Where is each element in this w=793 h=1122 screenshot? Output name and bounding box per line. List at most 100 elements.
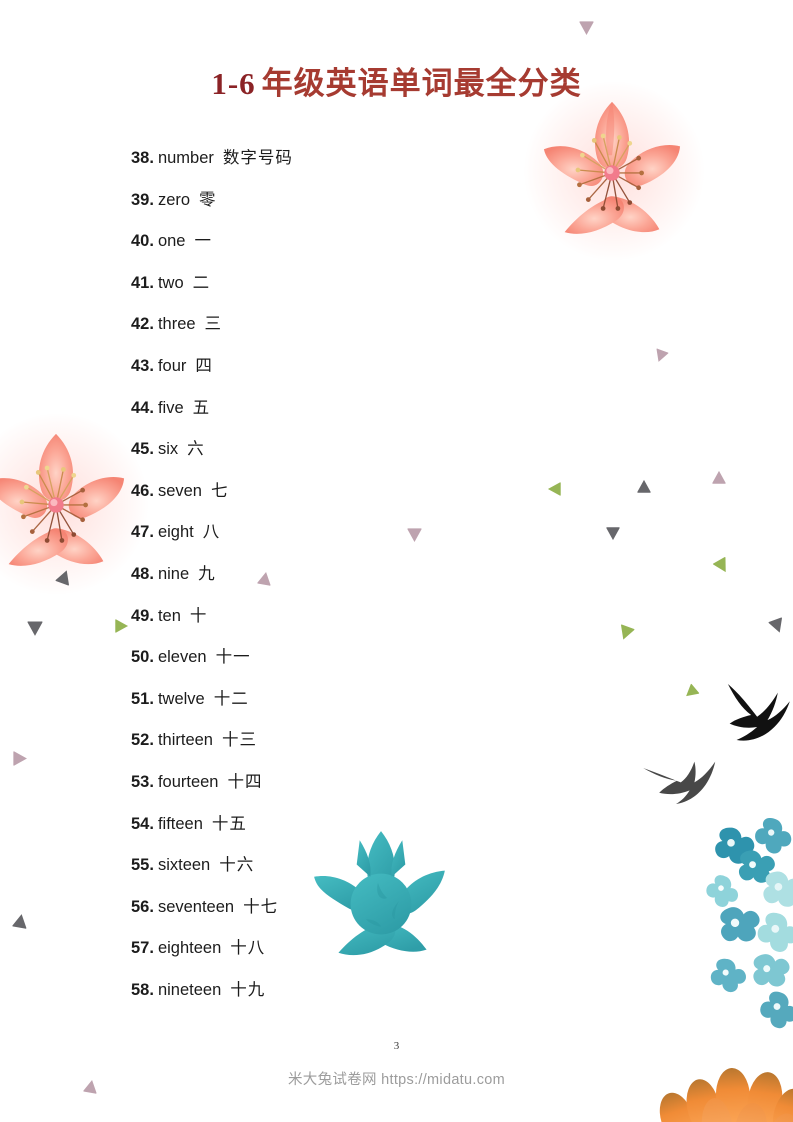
- vocabulary-chinese: 十四: [227, 772, 263, 791]
- vocabulary-index: 53.: [131, 772, 154, 791]
- vocabulary-index: 50.: [131, 648, 154, 667]
- title-grade-range: 1-6: [211, 66, 256, 101]
- vocabulary-list: 38. number 数字号码 39. zero 零 40. one 一 41. two 二 42. th…: [131, 138, 651, 1011]
- vocabulary-index: 52.: [131, 731, 154, 750]
- vocabulary-index: 51.: [131, 689, 154, 708]
- vocabulary-index: 38.: [131, 149, 154, 167]
- vocabulary-english: eight: [157, 523, 194, 542]
- vocabulary-row: 58. nineteen 十九: [131, 970, 651, 1012]
- vocabulary-english: two: [157, 273, 184, 292]
- vocabulary-index: 54.: [131, 814, 154, 833]
- vocabulary-row: 55. sixteen 十六: [131, 845, 651, 887]
- vocabulary-english: twelve: [157, 689, 205, 708]
- vocabulary-chinese: 十七: [243, 897, 279, 916]
- vocabulary-english: thirteen: [157, 731, 213, 750]
- vocabulary-english: six: [157, 440, 179, 459]
- vocabulary-index: 49.: [131, 606, 154, 625]
- triangle-confetti: [114, 618, 130, 634]
- vocabulary-english: seven: [157, 481, 202, 500]
- vocabulary-index: 56.: [131, 897, 154, 916]
- vocabulary-row: 47. eight 八: [131, 512, 651, 554]
- vocabulary-english: ten: [157, 606, 181, 625]
- vocabulary-english: seventeen: [157, 897, 235, 916]
- document-page: 1-6 年级英语单词最全分类 38. number 数字号码 39. zero 零 40. on…: [0, 0, 793, 1122]
- vocabulary-chinese: 二: [192, 273, 211, 292]
- vocabulary-english: fifteen: [157, 814, 203, 833]
- vocabulary-chinese: 十二: [213, 689, 249, 708]
- vocabulary-row: 56. seventeen 十七: [131, 887, 651, 929]
- vocabulary-row: 45. six 六: [131, 429, 651, 471]
- vocabulary-index: 47.: [131, 523, 154, 542]
- vocabulary-index: 58.: [131, 980, 154, 999]
- vocabulary-english: eleven: [157, 648, 207, 667]
- triangle-confetti: [711, 469, 727, 485]
- vocabulary-row: 46. seven 七: [131, 471, 651, 513]
- title-subject-text: 年级英语单词最全分类: [261, 66, 582, 101]
- vocabulary-index: 39.: [131, 190, 154, 209]
- vocabulary-index: 43.: [131, 356, 154, 375]
- vocabulary-english: five: [157, 398, 184, 417]
- triangle-confetti: [12, 750, 29, 767]
- triangle-confetti: [11, 911, 31, 931]
- vocabulary-index: 57.: [131, 939, 154, 958]
- vocabulary-chinese: 三: [204, 315, 223, 334]
- triangle-confetti: [578, 20, 595, 37]
- vocabulary-english: sixteen: [157, 856, 211, 875]
- page-title: 1-6 年级英语单词最全分类: [0, 58, 793, 103]
- vocabulary-chinese: 一: [194, 232, 212, 251]
- vocabulary-chinese: 七: [210, 481, 229, 500]
- vocabulary-row: 49. ten 十: [131, 596, 651, 638]
- vocabulary-english: nineteen: [157, 980, 222, 999]
- vocabulary-english: number: [157, 149, 214, 167]
- triangle-confetti: [711, 555, 734, 578]
- vocabulary-chinese: 四: [195, 356, 213, 375]
- triangle-confetti: [680, 682, 701, 703]
- blue-flower-cluster: [700, 814, 793, 1040]
- vocabulary-index: 46.: [131, 481, 154, 500]
- vocabulary-row: 52. thirteen 十三: [131, 720, 651, 762]
- vocabulary-row: 40. one 一: [131, 221, 651, 263]
- vocabulary-row: 48. nine 九: [131, 554, 651, 596]
- vocabulary-row: 38. number 数字号码: [131, 138, 651, 180]
- vocabulary-english: four: [157, 356, 187, 375]
- vocabulary-chinese: 十五: [211, 814, 247, 833]
- swallow-gray-icon: [640, 752, 720, 816]
- vocabulary-english: eighteen: [157, 939, 222, 958]
- swallow-black-icon: [706, 672, 793, 758]
- vocabulary-chinese: 十三: [221, 731, 257, 750]
- vocabulary-index: 40.: [131, 232, 154, 251]
- vocabulary-chinese: 八: [202, 523, 221, 542]
- vocabulary-english: one: [157, 232, 186, 251]
- watermark-text: 米大兔试卷网 https://midatu.com: [288, 1072, 505, 1088]
- vocabulary-row: 44. five 五: [131, 388, 651, 430]
- vocabulary-chinese: 数字号码: [222, 149, 293, 167]
- vocabulary-english: nine: [157, 564, 190, 583]
- page-number: 3: [393, 1040, 400, 1052]
- vocabulary-index: 44.: [131, 398, 154, 417]
- vocabulary-row: 39. zero 零: [131, 180, 651, 222]
- vocabulary-row: 53. fourteen 十四: [131, 762, 651, 804]
- vocabulary-chinese: 零: [199, 190, 217, 209]
- vocabulary-chinese: 十一: [215, 648, 251, 667]
- vocabulary-chinese: 十九: [230, 980, 266, 999]
- vocabulary-row: 51. twelve 十二: [131, 679, 651, 721]
- vocabulary-chinese: 十: [189, 606, 208, 625]
- vocabulary-chinese: 六: [187, 440, 205, 459]
- triangle-confetti: [651, 347, 670, 366]
- vocabulary-row: 42. three 三: [131, 304, 651, 346]
- vocabulary-chinese: 十六: [219, 856, 255, 875]
- vocabulary-index: 48.: [131, 564, 154, 583]
- vocabulary-index: 55.: [131, 856, 154, 875]
- vocabulary-english: zero: [157, 190, 191, 209]
- vocabulary-row: 41. two 二: [131, 263, 651, 305]
- vocabulary-index: 42.: [131, 315, 154, 334]
- vocabulary-row: 54. fifteen 十五: [131, 804, 651, 846]
- vocabulary-index: 45.: [131, 440, 154, 459]
- sakura-glow-left: [0, 414, 148, 594]
- triangle-confetti: [26, 620, 44, 638]
- vocabulary-chinese: 十八: [230, 939, 266, 958]
- vocabulary-english: fourteen: [157, 772, 219, 791]
- vocabulary-chinese: 九: [198, 564, 216, 583]
- vocabulary-row: 50. eleven 十一: [131, 637, 651, 679]
- triangle-confetti: [767, 616, 789, 638]
